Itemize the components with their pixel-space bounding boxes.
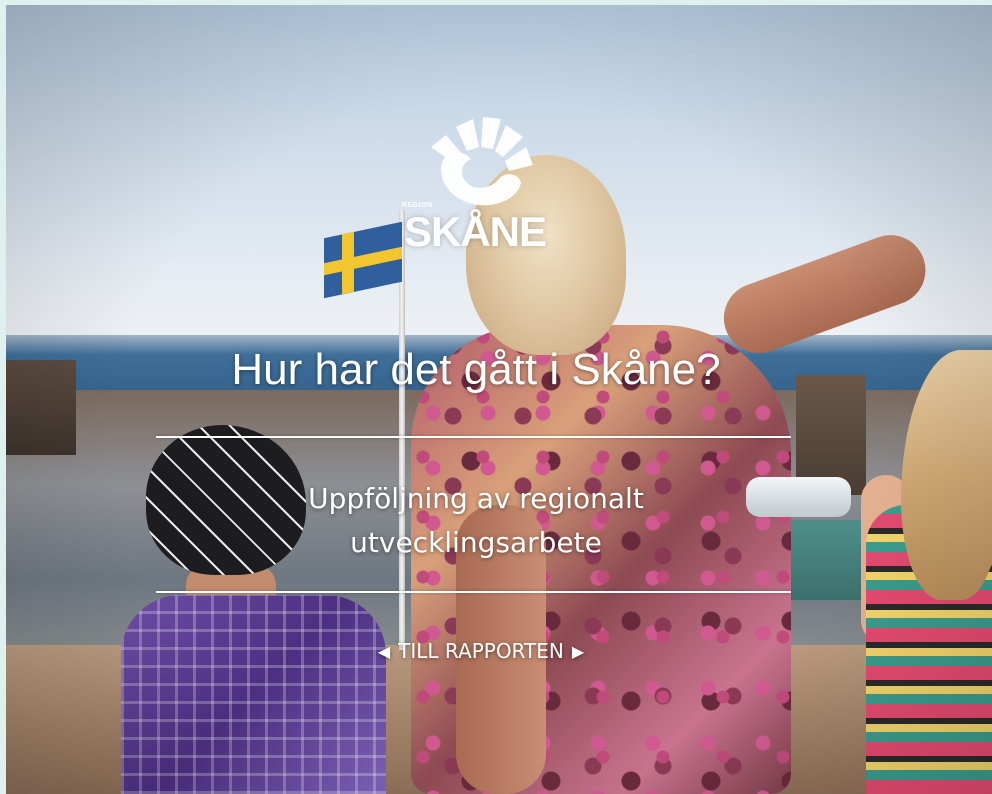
- triangle-right-icon: ▶: [571, 641, 585, 661]
- page-title: Hur har det gått i Skåne?: [231, 345, 721, 394]
- to-report-label: TILL RAPPORTEN: [398, 639, 564, 663]
- subtitle: Uppföljning av regionalt utvecklingsarbe…: [206, 477, 746, 565]
- to-report-link[interactable]: ◀ TILL RAPPORTEN ▶: [346, 635, 616, 667]
- triangle-left-icon: ◀: [377, 641, 391, 661]
- divider-top: [156, 436, 791, 438]
- subtitle-line-1: Uppföljning av regionalt: [308, 482, 644, 515]
- hero-frame: REGION SKÅNE Hur har det gått i Skåne? U…: [6, 5, 992, 794]
- divider-bottom: [156, 591, 791, 593]
- logo-wordmark: SKÅNE: [404, 208, 547, 255]
- subtitle-line-2: utvecklingsarbete: [350, 526, 602, 559]
